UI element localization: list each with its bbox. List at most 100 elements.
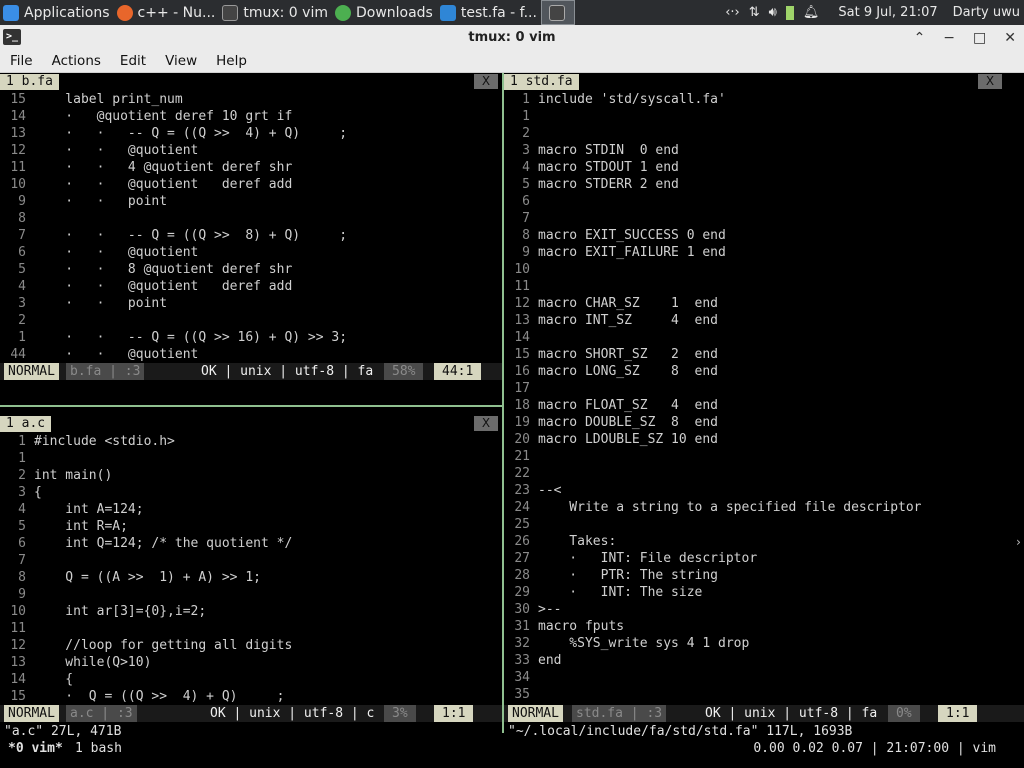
code-line[interactable]: 32 %SYS_write sys 4 1 drop (504, 635, 1024, 652)
taskbar-downloads[interactable]: Downloads (332, 0, 437, 25)
code-line[interactable]: 4 macro STDOUT 1 end (504, 159, 1024, 176)
code-line[interactable]: 12 macro CHAR_SZ 1 end (504, 295, 1024, 312)
battery-icon[interactable] (785, 5, 794, 20)
code-line[interactable]: 34 (504, 669, 1024, 686)
transfer-arrows-icon[interactable]: ⇅ (749, 5, 760, 20)
code-line[interactable]: 10 · · @quotient deref add (0, 176, 502, 193)
code-line[interactable]: 8 (0, 210, 502, 227)
menu-edit[interactable]: Edit (110, 53, 155, 69)
code-line[interactable]: 7 (504, 210, 1024, 227)
code-line[interactable]: 15 label print_num (0, 91, 502, 108)
code-line[interactable]: 18 macro FLOAT_SZ 4 end (504, 397, 1024, 414)
code-line[interactable]: 11 (0, 620, 502, 637)
code-line[interactable]: 15 macro SHORT_SZ 2 end (504, 346, 1024, 363)
code-line[interactable]: 10 (504, 261, 1024, 278)
code-line[interactable]: 19 macro DOUBLE_SZ 8 end (504, 414, 1024, 431)
clock[interactable]: Sat 9 Jul, 21:07 (838, 5, 937, 20)
tab-close-button[interactable]: X (474, 416, 498, 431)
code-line[interactable]: 27 · INT: File descriptor (504, 550, 1024, 567)
code-line[interactable]: 4 · · @quotient deref add (0, 278, 502, 295)
network-icon[interactable]: ‹·› (725, 5, 740, 20)
code-line[interactable]: 12 //loop for getting all digits (0, 637, 502, 654)
tab-stdfa[interactable]: 1 std.fa (504, 74, 579, 90)
code-line[interactable]: 1 include 'std/syscall.fa' (504, 91, 1024, 108)
maximize-button[interactable]: □ (973, 30, 986, 46)
notification-bell-icon[interactable]: 🔔︎ (803, 5, 820, 20)
menu-file[interactable]: File (0, 53, 42, 69)
code-line[interactable]: 3 · · point (0, 295, 502, 312)
code-line[interactable]: 1 (504, 108, 1024, 125)
code-line[interactable]: 3 macro STDIN 0 end (504, 142, 1024, 159)
code-line[interactable]: 2 (504, 125, 1024, 142)
pane-divider-horizontal[interactable] (0, 405, 502, 407)
code-line[interactable]: 14 { (0, 671, 502, 688)
code-line[interactable]: 14 (504, 329, 1024, 346)
terminal-area[interactable]: 1 b.fa X 15 label print_num 14 · @quotien… (0, 73, 1024, 768)
code-line[interactable]: 17 (504, 380, 1024, 397)
vim-pane-ac[interactable]: 1 a.c X 1 #include <stdio.h> 1 2 int main() 3… (0, 415, 502, 723)
menu-help[interactable]: Help (206, 53, 256, 69)
taskbar-firefox[interactable]: c++ - Nu... (114, 0, 220, 25)
code-line[interactable]: 29 · INT: The size (504, 584, 1024, 601)
code-line[interactable]: 3{ (0, 484, 502, 501)
minimize-icon[interactable]: ⌃ (914, 30, 926, 46)
code-line[interactable]: 9 · · point (0, 193, 502, 210)
code-line[interactable]: 11 (504, 278, 1024, 295)
code-line[interactable]: 33 end (504, 652, 1024, 669)
code-line[interactable]: 11 · · 4 @quotient deref shr (0, 159, 502, 176)
code-line[interactable]: 5 · · 8 @quotient deref shr (0, 261, 502, 278)
code-line[interactable]: 16 macro LONG_SZ 8 end (504, 363, 1024, 380)
tab-close-button[interactable]: X (474, 74, 498, 89)
code-line[interactable]: 2 (0, 312, 502, 329)
minimize-button[interactable]: − (943, 30, 955, 46)
taskbar-terminal-active[interactable] (540, 0, 575, 25)
code-line[interactable]: 22 (504, 465, 1024, 482)
menu-actions[interactable]: Actions (42, 53, 110, 69)
vim-pane-bfa[interactable]: 1 b.fa X 15 label print_num 14 · @quotien… (0, 73, 502, 383)
code-line[interactable]: 14 · @quotient deref 10 grt if (0, 108, 502, 125)
code-line[interactable]: 1 (0, 450, 502, 467)
tab-bfa[interactable]: 1 b.fa (0, 74, 59, 90)
code-line[interactable]: 13 macro INT_SZ 4 end (504, 312, 1024, 329)
tab-ac[interactable]: 1 a.c (0, 416, 52, 432)
taskbar-vscode[interactable]: test.fa - f... (437, 0, 541, 25)
code-line[interactable]: 5 int R=A; (0, 518, 502, 535)
code-line[interactable]: 6 int Q=124; /* the quotient */ (0, 535, 502, 552)
code-line[interactable]: 24 Write a string to a specified file de… (504, 499, 1024, 516)
code-line[interactable]: 13 while(Q>10) (0, 654, 502, 671)
code-line[interactable]: 10 int ar[3]={0},i=2; (0, 603, 502, 620)
code-line[interactable]: 31 macro fputs (504, 618, 1024, 635)
code-line[interactable]: 9 (0, 586, 502, 603)
code-line[interactable]: 26 Takes: (504, 533, 1024, 550)
code-line[interactable]: 9 macro EXIT_FAILURE 1 end (504, 244, 1024, 261)
code-line[interactable]: 7 (0, 552, 502, 569)
code-line[interactable]: 20 macro LDOUBLE_SZ 10 end (504, 431, 1024, 448)
volume-icon[interactable]: 🔊︎ (769, 5, 777, 20)
taskbar-tmux[interactable]: tmux: 0 vim (219, 0, 332, 25)
code-line[interactable]: 1 #include <stdio.h> (0, 433, 502, 450)
code-line[interactable]: 23 --< (504, 482, 1024, 499)
code-line[interactable]: 8 Q = ((A >> 1) + A) >> 1; (0, 569, 502, 586)
code-line[interactable]: 6 (504, 193, 1024, 210)
code-line[interactable]: 8 macro EXIT_SUCCESS 0 end (504, 227, 1024, 244)
code-line[interactable]: 5 macro STDERR 2 end (504, 176, 1024, 193)
code-line[interactable]: 13 · · -- Q = ((Q >> 4) + Q) ; (0, 125, 502, 142)
code-line[interactable]: 6 · · @quotient (0, 244, 502, 261)
menu-view[interactable]: View (155, 53, 206, 69)
code-line[interactable]: 30 >-- (504, 601, 1024, 618)
code-line[interactable]: 28 · PTR: The string (504, 567, 1024, 584)
code-line[interactable]: 4 int A=124; (0, 501, 502, 518)
code-line[interactable]: 1 · · -- Q = ((Q >> 16) + Q) >> 3; (0, 329, 502, 346)
code-line[interactable]: 12 · · @quotient (0, 142, 502, 159)
taskbar-applications[interactable]: Applications (0, 0, 114, 25)
code-line[interactable]: 7 · · -- Q = ((Q >> 8) + Q) ; (0, 227, 502, 244)
tmux-window-active[interactable]: *0 vim* (8, 740, 63, 757)
code-line[interactable]: 21 (504, 448, 1024, 465)
vim-pane-stdfa[interactable]: 1 std.fa X 1 include 'std/syscall.fa' 1 2 3 m… (504, 73, 1024, 723)
code-line[interactable]: 2 int main() (0, 467, 502, 484)
code-line[interactable]: 44 · · @quotient (0, 346, 502, 363)
code-line[interactable]: 15 · Q = ((Q >> 4) + Q) ; (0, 688, 502, 705)
close-button[interactable]: ✕ (1004, 30, 1016, 46)
code-line[interactable]: 35 (504, 686, 1024, 703)
user-name[interactable]: Darty uwu (953, 5, 1020, 20)
